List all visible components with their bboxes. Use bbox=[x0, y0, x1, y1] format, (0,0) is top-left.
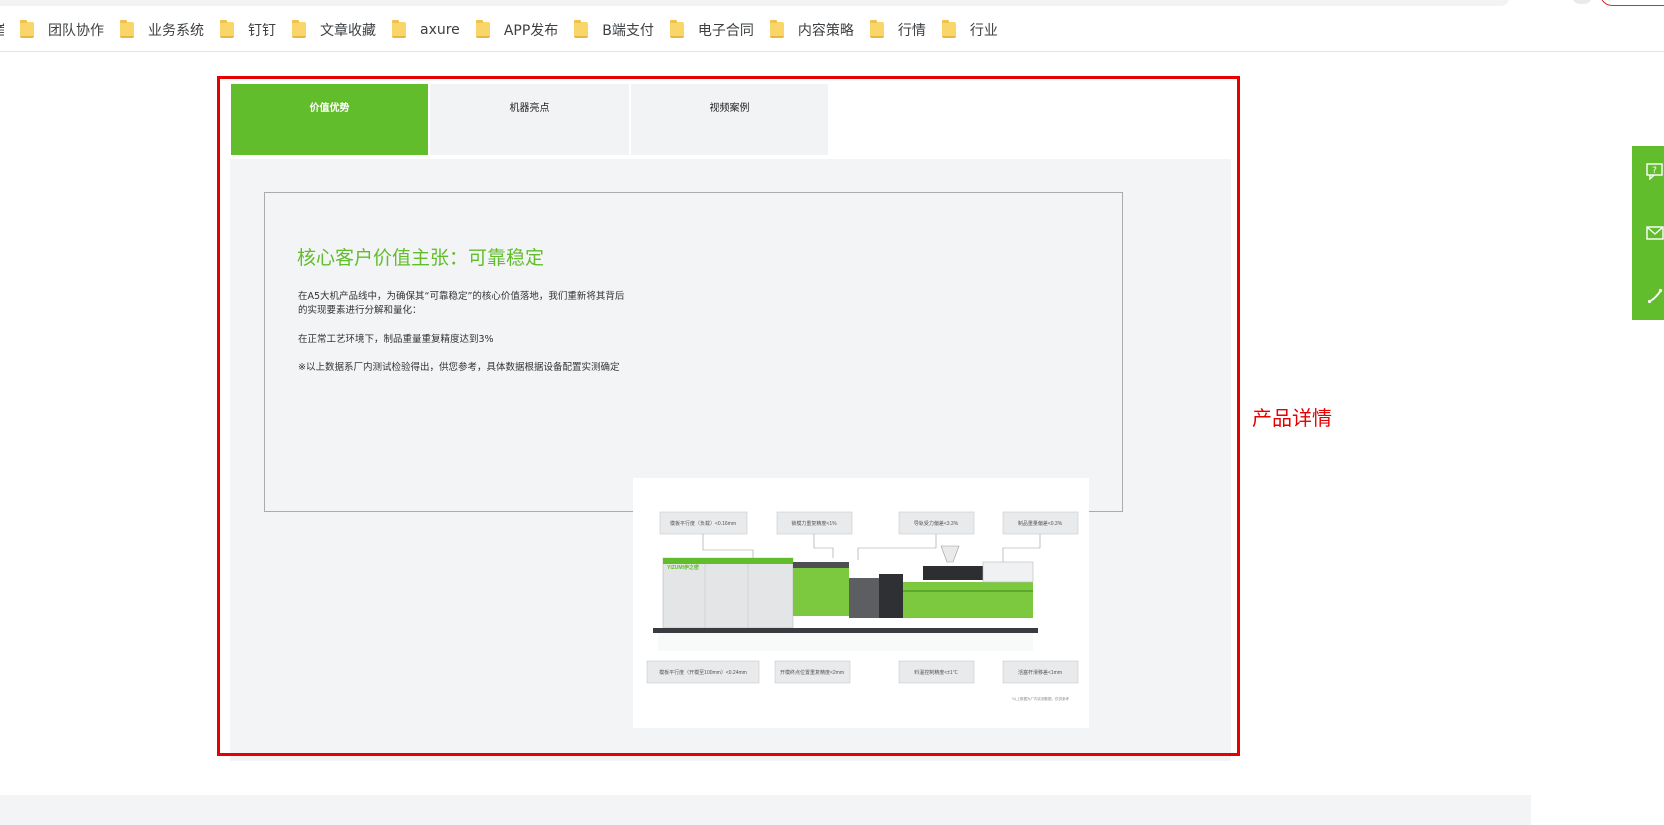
folder-icon bbox=[292, 20, 306, 38]
question-chat-icon[interactable]: ? bbox=[1646, 162, 1664, 180]
browser-action-pill[interactable] bbox=[1600, 0, 1664, 6]
folder-icon bbox=[220, 20, 234, 38]
bookmark-label: 行业 bbox=[969, 23, 998, 39]
page-footer bbox=[0, 795, 1531, 825]
annotation-highlight-box bbox=[217, 76, 1240, 756]
bookmark-cut-label[interactable]: 首 bbox=[0, 20, 4, 40]
bookmark-folder-team[interactable]: 团队协作 bbox=[20, 20, 104, 40]
bookmark-label: APP发布 bbox=[503, 23, 559, 39]
annotation-label: 产品详情 bbox=[1252, 406, 1332, 430]
folder-icon bbox=[20, 20, 34, 38]
bookmark-label: 行情 bbox=[897, 23, 926, 39]
bookmarks-bar: 首 团队协作 业务系统 钉钉 文章收藏 axure APP发布 B端支付 电子合… bbox=[0, 12, 1664, 48]
folder-icon bbox=[392, 20, 406, 38]
bookmark-label: 文章收藏 bbox=[320, 23, 376, 39]
folder-icon bbox=[475, 20, 490, 38]
bookmark-label: 电子合同 bbox=[697, 23, 754, 39]
bookmark-folder-market[interactable]: 行情 bbox=[869, 20, 926, 40]
folder-icon bbox=[769, 20, 784, 38]
bookmark-folder-axure[interactable]: axure bbox=[392, 20, 460, 38]
folder-icon bbox=[869, 20, 884, 38]
bookmark-folder-content-strategy[interactable]: 内容策略 bbox=[769, 20, 854, 40]
bookmark-label: 内容策略 bbox=[797, 23, 854, 39]
bookmark-label: 团队协作 bbox=[48, 23, 104, 39]
bookmark-folder-e-contract[interactable]: 电子合同 bbox=[669, 20, 754, 40]
folder-icon bbox=[669, 20, 684, 38]
bookmark-folder-industry[interactable]: 行业 bbox=[941, 20, 998, 40]
folder-icon bbox=[574, 20, 589, 38]
bookmarks-divider bbox=[0, 51, 1664, 52]
bookmark-folder-b-pay[interactable]: B端支付 bbox=[574, 20, 654, 40]
bookmark-label: B端支付 bbox=[602, 23, 654, 39]
phone-icon[interactable] bbox=[1646, 287, 1664, 305]
bookmark-folder-articles[interactable]: 文章收藏 bbox=[292, 20, 376, 40]
folder-icon bbox=[120, 20, 134, 38]
bookmark-label: axure bbox=[420, 22, 460, 38]
address-bar[interactable] bbox=[0, 0, 1510, 6]
bookmark-folder-app-release[interactable]: APP发布 bbox=[475, 20, 559, 40]
svg-text:?: ? bbox=[1652, 166, 1657, 176]
bookmark-folder-business[interactable]: 业务系统 bbox=[120, 20, 204, 40]
browser-control[interactable] bbox=[1572, 0, 1592, 4]
folder-icon bbox=[941, 20, 956, 38]
bookmark-folder-dingtalk[interactable]: 钉钉 bbox=[220, 20, 276, 40]
bookmark-label: 业务系统 bbox=[148, 23, 204, 39]
mail-icon[interactable] bbox=[1646, 224, 1664, 242]
bookmark-label: 钉钉 bbox=[248, 23, 276, 39]
